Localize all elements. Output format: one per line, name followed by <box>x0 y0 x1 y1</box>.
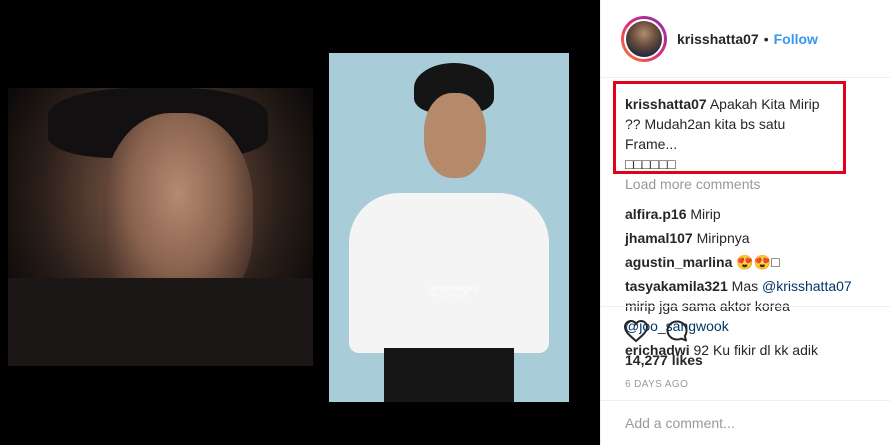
comment-text: Mas <box>731 278 762 294</box>
comment-username[interactable]: agustin_marlina <box>625 254 732 270</box>
post-date[interactable]: 6 DAYS AGO <box>625 379 688 390</box>
post-header: krisshatta07 • Follow <box>601 0 890 78</box>
comment-bubble-icon[interactable] <box>665 319 689 348</box>
post-photo-left <box>8 88 313 366</box>
header-separator: • <box>763 30 769 47</box>
header-username[interactable]: krisshatta07 <box>677 31 759 47</box>
post-media[interactable]: gettyimages Gregg DeGuire <box>0 0 600 445</box>
post-side-panel: krisshatta07 • Follow krisshatta07 Apaka… <box>600 0 890 445</box>
likes-count[interactable]: 14,277 likes <box>625 352 703 368</box>
caption-highlight-box <box>613 81 846 174</box>
comment-username[interactable]: jhamal107 <box>625 230 693 246</box>
comment-text: Miripnya <box>696 230 750 246</box>
getty-watermark: gettyimages <box>429 283 478 293</box>
comment-username[interactable]: alfira.p16 <box>625 206 686 222</box>
comment-item: jhamal107 Miripnya <box>625 228 875 248</box>
profile-avatar[interactable] <box>621 15 667 62</box>
comment-username[interactable]: tasyakamila321 <box>625 278 728 294</box>
add-comment-input[interactable]: Add a comment... <box>601 400 890 445</box>
follow-button[interactable]: Follow <box>774 31 818 47</box>
comment-text: 😍😍□ <box>736 254 780 270</box>
heart-icon[interactable] <box>623 319 649 348</box>
comment-text: Mirip <box>690 206 721 222</box>
comment-item: agustin_marlina 😍😍□ <box>625 252 875 272</box>
action-buttons <box>623 319 689 348</box>
load-more-comments-button[interactable]: Load more comments <box>625 174 875 194</box>
getty-watermark-credit: Gregg DeGuire <box>429 293 470 299</box>
comment-mention[interactable]: @krisshatta07 <box>762 278 852 294</box>
post-photo-right: gettyimages Gregg DeGuire <box>329 53 569 402</box>
post-actions: 14,277 likes 6 DAYS AGO <box>601 306 890 412</box>
comment-item: alfira.p16 Mirip <box>625 204 875 224</box>
